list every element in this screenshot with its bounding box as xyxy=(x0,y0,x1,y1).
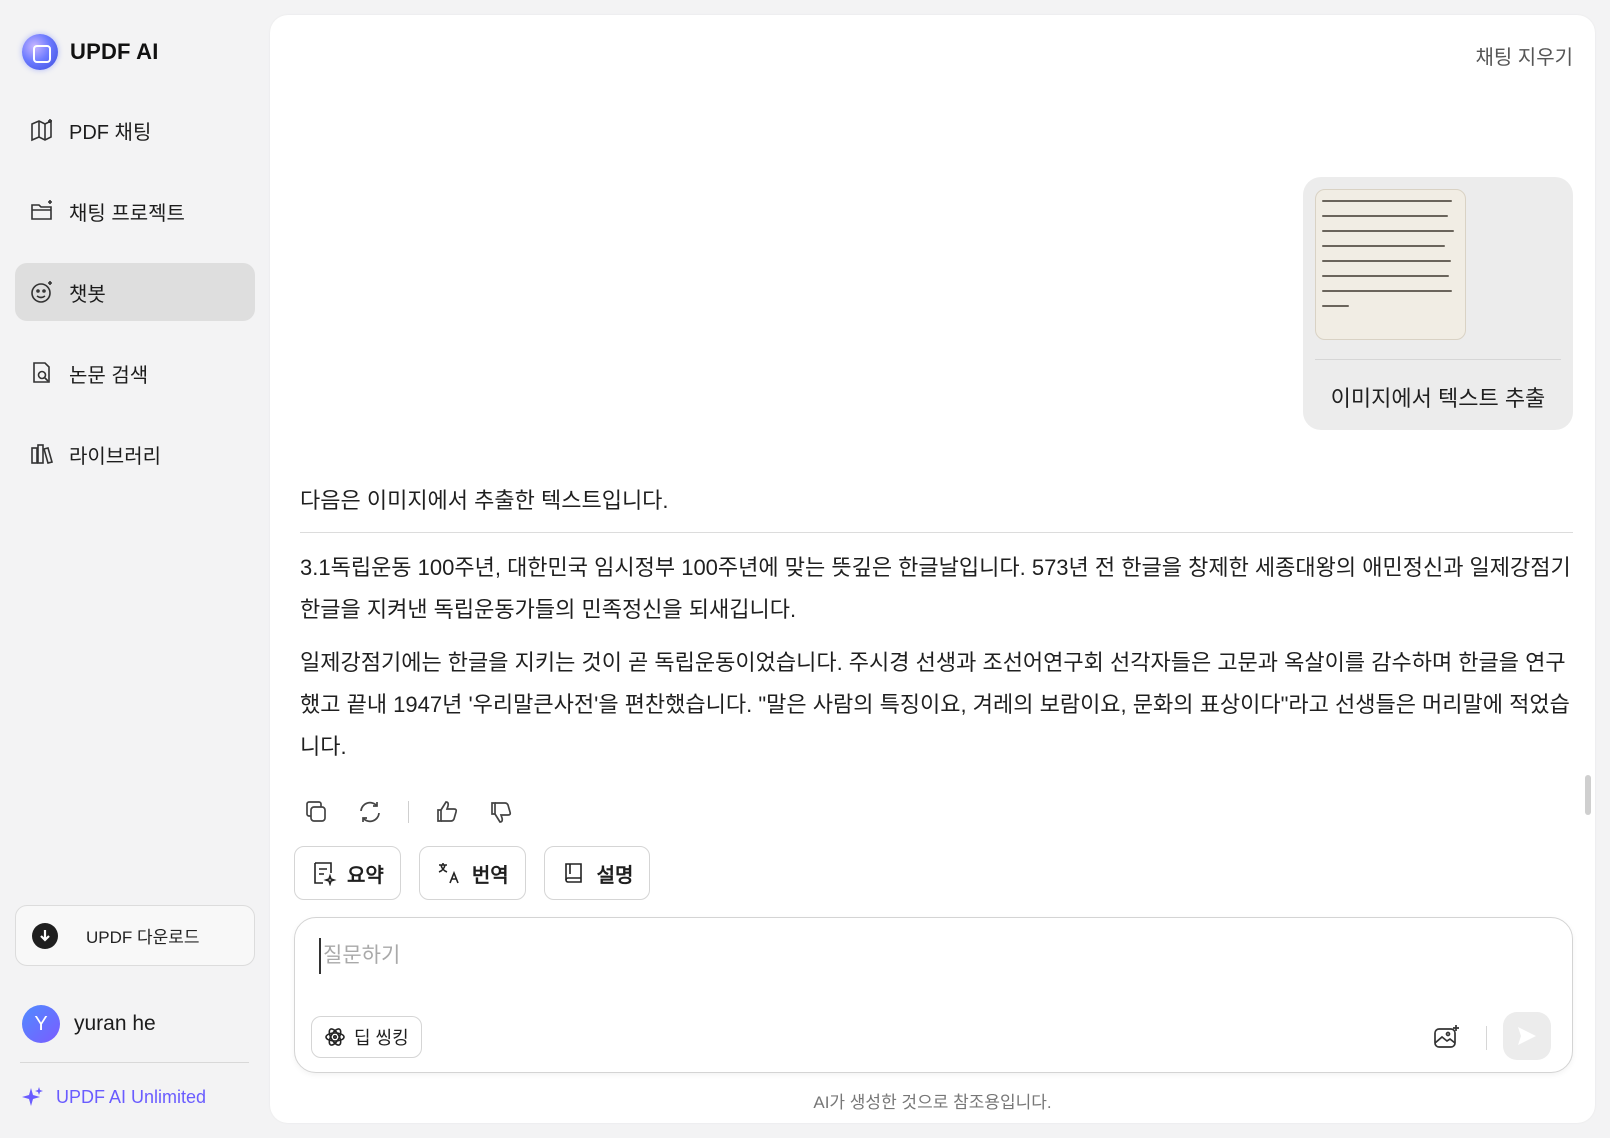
translate-icon xyxy=(438,863,459,884)
explain-label: 설명 xyxy=(596,864,634,887)
response-paragraph: 3.1독립운동 100주년, 대한민국 임시정부 100주년에 맞는 뜻깊은 한… xyxy=(300,555,1571,622)
response-paragraph: 일제강점기에는 한글을 지키는 것이 곧 독립운동이었습니다. 주시경 선생과 … xyxy=(300,650,1570,759)
download-label: UPDF 다운로드 xyxy=(86,928,200,947)
explain-button[interactable]: 설명 xyxy=(543,846,651,900)
summary-label: 요약 xyxy=(347,864,384,887)
sidebar-item-chatbot[interactable]: 챗봇 xyxy=(15,263,255,321)
user-message-bubble: 이미지에서 텍스트 추출 xyxy=(1303,177,1573,430)
folder-sparkle-icon xyxy=(29,198,55,224)
user-name: yuran he xyxy=(74,1012,156,1035)
action-separator xyxy=(408,801,409,823)
sidebar-divider xyxy=(20,1062,249,1063)
chat-input-box: 딥 씽킹 xyxy=(294,917,1573,1073)
sidebar-item-label: PDF 채팅 xyxy=(69,121,152,144)
sidebar-item-label: 라이브러리 xyxy=(69,445,161,468)
regenerate-icon[interactable] xyxy=(354,796,386,828)
attached-image-thumbnail[interactable] xyxy=(1315,189,1466,340)
quick-actions: 요약 번역 설명 xyxy=(294,846,651,900)
input-separator xyxy=(1486,1026,1487,1050)
clear-chat-button[interactable]: 채팅 지우기 xyxy=(1475,41,1573,70)
thumbs-down-icon[interactable] xyxy=(485,796,517,828)
book-icon xyxy=(564,863,582,883)
sparkle-icon xyxy=(22,1087,43,1106)
sidebar-item-paper-search[interactable]: 논문 검색 xyxy=(15,344,255,402)
brand-name: UPDF AI xyxy=(70,39,159,64)
sidebar-item-label: 논문 검색 xyxy=(69,364,149,387)
bubble-divider xyxy=(1315,359,1561,360)
unlimited-link[interactable]: UPDF AI Unlimited xyxy=(22,1086,206,1108)
sidebar-item-pdf-chat[interactable]: PDF 채팅 xyxy=(15,101,255,159)
summary-icon xyxy=(314,862,337,886)
send-button[interactable] xyxy=(1503,1012,1551,1060)
brand[interactable]: UPDF AI xyxy=(22,32,159,72)
copy-icon[interactable] xyxy=(300,796,332,828)
deep-thinking-label: 딥 씽킹 xyxy=(354,1028,409,1048)
question-input[interactable] xyxy=(319,938,1519,974)
image-upload-icon[interactable] xyxy=(1425,1016,1467,1058)
chat-panel: 채팅 지우기 이미지에서 텍스트 추출 다음은 이미지에서 추출한 텍스트입니다… xyxy=(270,15,1595,1123)
avatar: Y xyxy=(22,1005,60,1043)
sidebar-nav: PDF 채팅 채팅 프로젝트 챗봇 논문 검색 라이브러리 xyxy=(15,101,255,506)
translate-label: 번역 xyxy=(471,864,509,887)
sidebar-item-label: 챗봇 xyxy=(69,283,106,306)
sidebar-item-library[interactable]: 라이브러리 xyxy=(15,425,255,483)
thumbs-up-icon[interactable] xyxy=(431,796,463,828)
unlimited-label: UPDF AI Unlimited xyxy=(56,1086,207,1107)
sidebar: UPDF AI PDF 채팅 채팅 프로젝트 챗봇 논문 검색 라이브러리 UP… xyxy=(0,0,270,1138)
download-button[interactable]: UPDF 다운로드 xyxy=(15,905,255,966)
deep-thinking-button[interactable]: 딥 씽킹 xyxy=(311,1016,422,1058)
book-sparkle-icon xyxy=(29,117,55,143)
library-icon xyxy=(29,441,55,467)
atom-icon xyxy=(325,1028,345,1046)
document-search-icon xyxy=(29,360,55,386)
sidebar-item-label: 채팅 프로젝트 xyxy=(69,202,185,225)
user-message-text: 이미지에서 텍스트 추출 xyxy=(1330,386,1546,411)
bot-face-icon xyxy=(29,279,55,305)
send-icon xyxy=(1518,1027,1536,1045)
response-intro: 다음은 이미지에서 추출한 텍스트입니다. xyxy=(300,488,669,513)
translate-button[interactable]: 번역 xyxy=(418,846,526,900)
sidebar-item-chat-project[interactable]: 채팅 프로젝트 xyxy=(15,182,255,240)
chat-scrollbar[interactable] xyxy=(1585,775,1591,815)
summary-button[interactable]: 요약 xyxy=(294,846,401,900)
download-icon xyxy=(32,922,58,949)
user-profile[interactable]: Y yuran he xyxy=(22,1005,156,1043)
response-divider xyxy=(300,532,1573,533)
updf-logo-icon xyxy=(22,34,58,70)
response-actions xyxy=(300,796,517,828)
ai-disclaimer: AI가 생성한 것으로 참조용입니다. xyxy=(813,1093,1052,1112)
